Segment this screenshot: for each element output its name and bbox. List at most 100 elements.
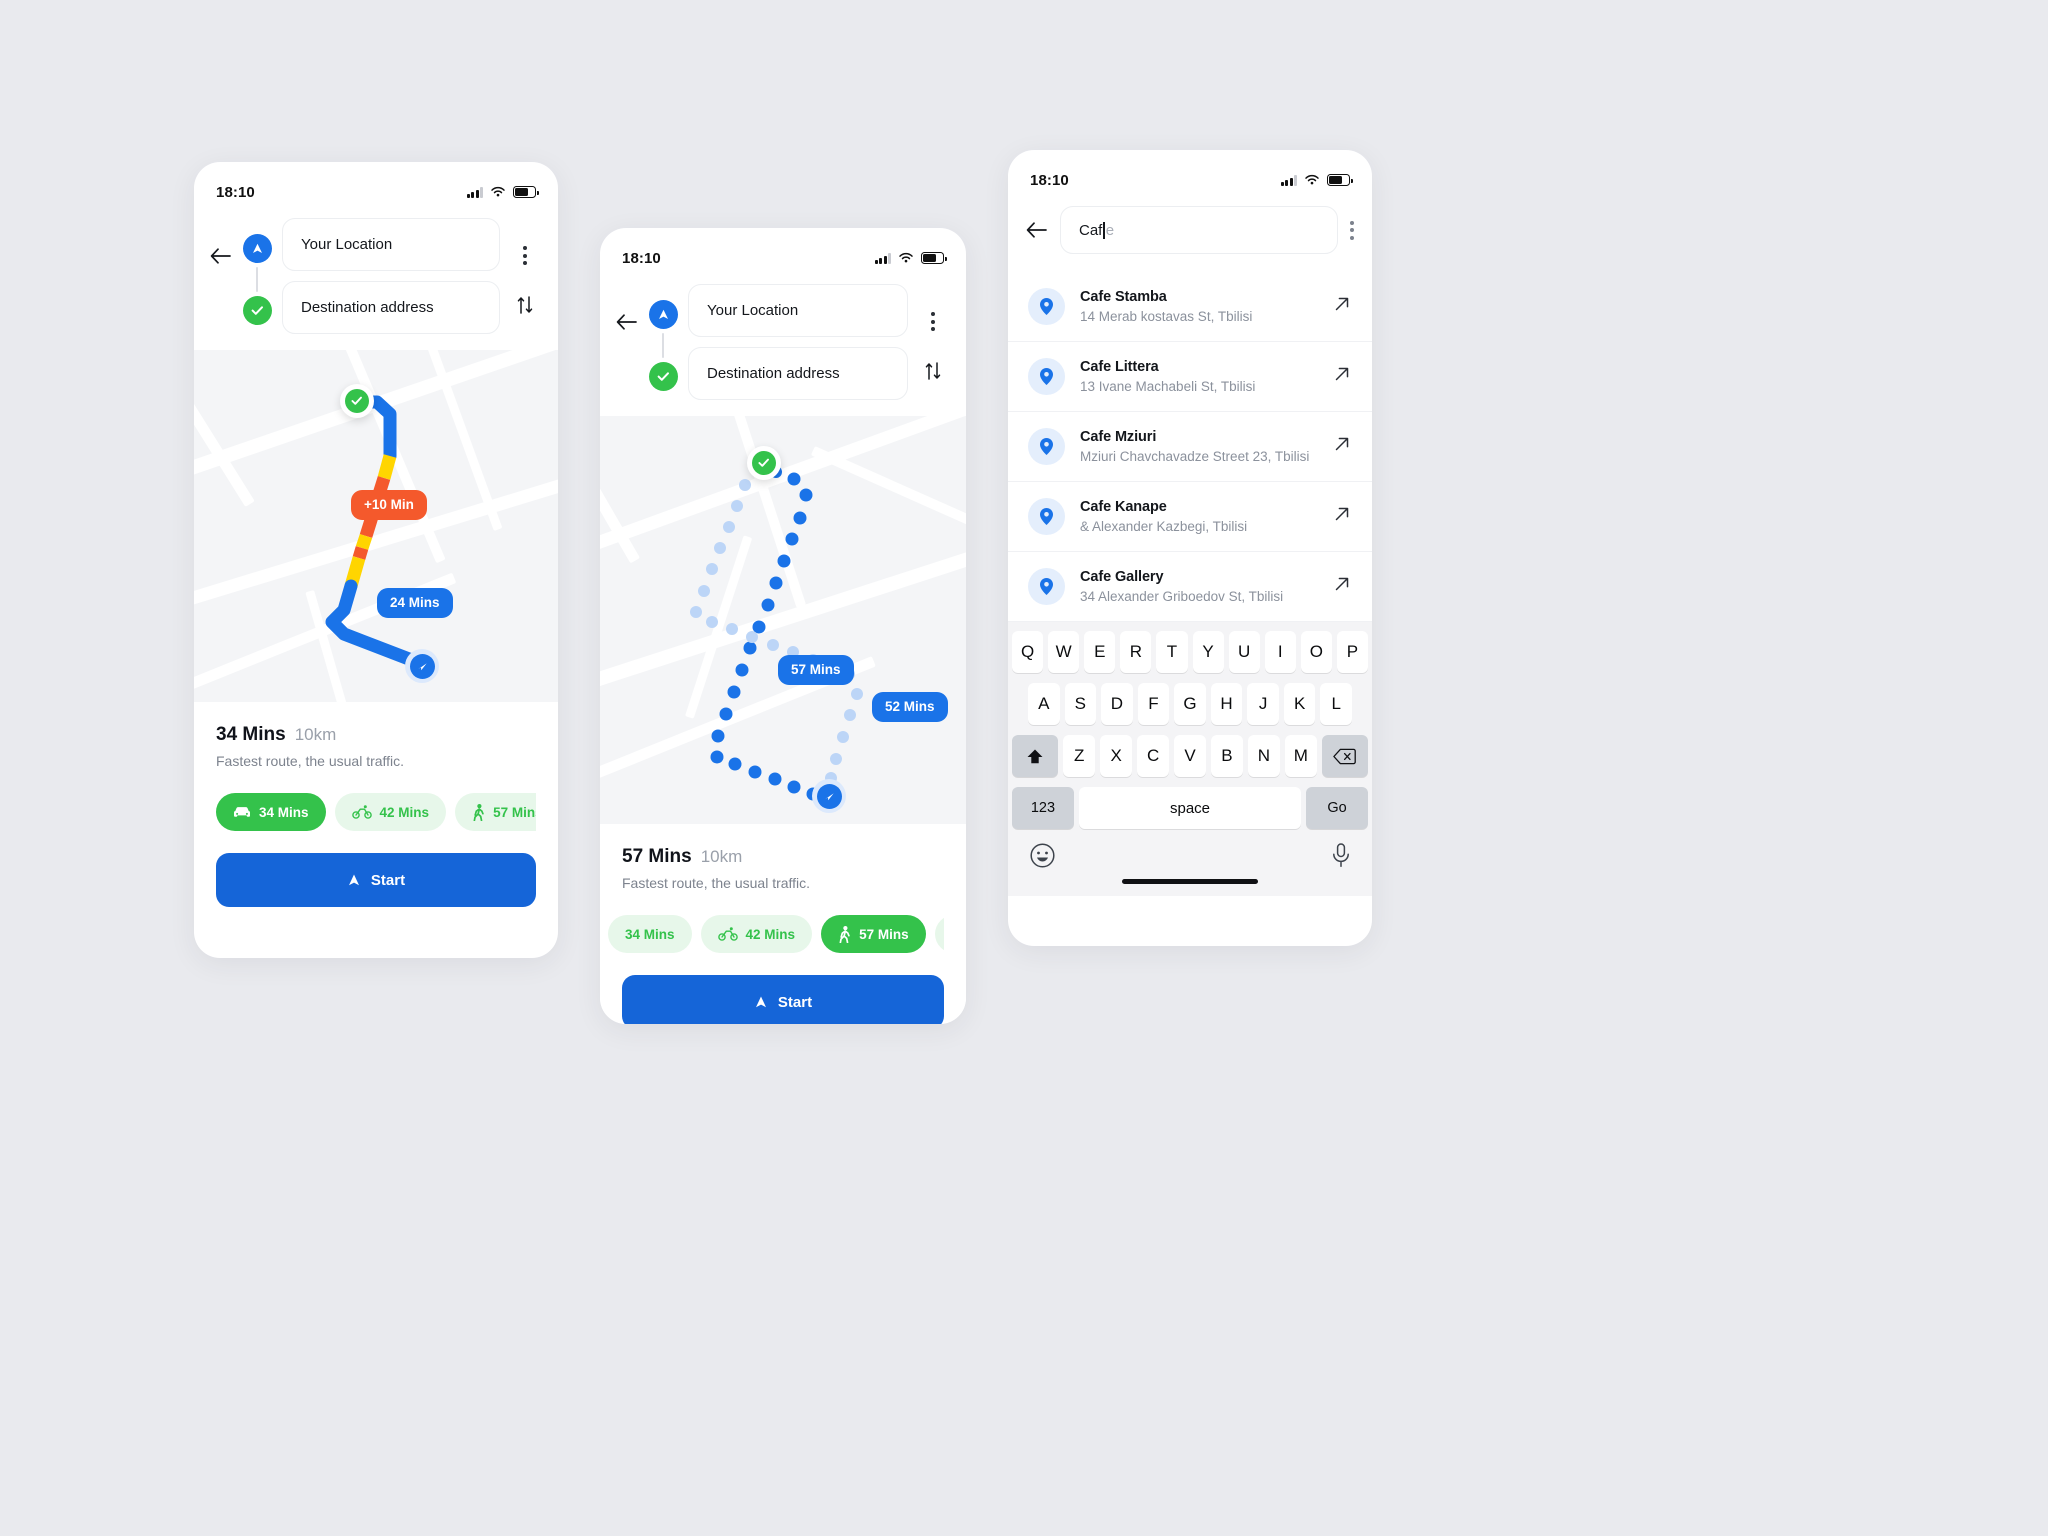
key-t[interactable]: T — [1156, 631, 1188, 673]
search-input[interactable]: Caf e — [1060, 206, 1338, 254]
swap-vertical-icon[interactable] — [925, 361, 941, 385]
mode-chip-car[interactable]: 34 Mins — [608, 915, 692, 953]
key-m[interactable]: M — [1284, 735, 1317, 777]
transport-mode-chips[interactable]: 34 Mins 42 Mins 57 Mins 57 Mins — [216, 793, 536, 831]
key-c[interactable]: C — [1137, 735, 1170, 777]
navigation-marker-icon[interactable] — [405, 649, 439, 683]
route-duration-badge-primary[interactable]: 57 Mins — [778, 655, 854, 685]
list-item[interactable]: Cafe Mziuri Mziuri Chavchavadze Street 2… — [1008, 412, 1372, 482]
map-driving-route[interactable]: +10 Min 24 Mins — [194, 350, 558, 702]
key-h[interactable]: H — [1210, 683, 1243, 725]
route-pins — [242, 218, 272, 325]
microphone-icon[interactable] — [1332, 843, 1350, 873]
navigation-marker-icon[interactable] — [812, 779, 846, 813]
key-o[interactable]: O — [1300, 631, 1332, 673]
key-z[interactable]: Z — [1063, 735, 1096, 777]
start-button[interactable]: Start — [622, 975, 944, 1024]
transport-mode-chips[interactable]: 34 Mins 42 Mins 57 Mins 57 Mins — [608, 915, 944, 953]
keyboard-utility-row — [1012, 839, 1368, 879]
kebab-menu-icon[interactable] — [931, 312, 935, 331]
traffic-delay-badge[interactable]: +10 Min — [351, 490, 427, 520]
swap-vertical-icon[interactable] — [517, 295, 533, 319]
key-l[interactable]: L — [1320, 683, 1353, 725]
status-bar: 18:10 — [600, 228, 966, 274]
origin-input[interactable]: Your Location — [688, 284, 908, 337]
mode-chip-bus[interactable]: 57 Mins — [934, 915, 944, 953]
emoji-smile-icon[interactable] — [1030, 843, 1055, 873]
back-arrow-icon[interactable] — [614, 310, 638, 334]
mode-chip-walk[interactable]: 57 Mins — [455, 793, 536, 831]
arrow-up-right-icon[interactable] — [1334, 296, 1350, 317]
check-marker-icon[interactable] — [340, 384, 374, 418]
key-g[interactable]: G — [1174, 683, 1206, 725]
key-n[interactable]: N — [1247, 735, 1280, 777]
route-polyline-driving — [325, 395, 429, 671]
key-u[interactable]: U — [1228, 631, 1260, 673]
shift-arrow-icon[interactable] — [1012, 735, 1059, 777]
space-key[interactable]: space — [1078, 787, 1302, 829]
origin-input[interactable]: Your Location — [282, 218, 500, 271]
check-circle-icon — [242, 296, 272, 325]
navigation-arrow-icon — [755, 996, 766, 1008]
status-time: 18:10 — [216, 183, 255, 201]
home-indicator — [1122, 879, 1258, 884]
start-button-label: Start — [370, 871, 406, 889]
arrow-up-right-icon[interactable] — [1334, 436, 1350, 457]
status-bar: 18:10 — [1008, 150, 1372, 196]
key-x[interactable]: X — [1100, 735, 1133, 777]
key-q[interactable]: Q — [1012, 631, 1044, 673]
status-icons — [466, 186, 539, 198]
wifi-icon — [1305, 174, 1319, 185]
back-arrow-icon[interactable] — [1024, 218, 1048, 242]
start-button[interactable]: Start — [216, 853, 536, 907]
key-k[interactable]: K — [1283, 683, 1316, 725]
route-duration-badge[interactable]: 24 Mins — [377, 588, 453, 618]
map-walking-route[interactable]: 57 Mins 52 Mins — [600, 416, 966, 824]
key-s[interactable]: S — [1064, 683, 1097, 725]
key-j[interactable]: J — [1247, 683, 1279, 725]
key-i[interactable]: I — [1264, 631, 1296, 673]
key-b[interactable]: B — [1210, 735, 1243, 777]
kebab-menu-icon[interactable] — [1350, 220, 1354, 240]
list-item[interactable]: Cafe Gallery 34 Alexander Griboedov St, … — [1008, 552, 1372, 622]
mode-chip-walk[interactable]: 57 Mins — [821, 915, 926, 953]
list-item[interactable]: Cafe Littera 13 Ivane Machabeli St, Tbil… — [1008, 342, 1372, 412]
key-d[interactable]: D — [1101, 683, 1133, 725]
status-bar: 18:10 — [194, 162, 558, 208]
list-item[interactable]: Cafe Stamba 14 Merab kostavas St, Tbilis… — [1008, 272, 1372, 342]
key-f[interactable]: F — [1137, 683, 1170, 725]
header-actions — [510, 218, 540, 319]
mode-chip-bike[interactable]: 42 Mins — [334, 793, 447, 831]
on-screen-keyboard[interactable]: Q W E R T Y U I O P A S D F G H J K L Z … — [1008, 622, 1372, 896]
destination-input[interactable]: Destination address — [688, 347, 908, 400]
key-v[interactable]: V — [1174, 735, 1206, 777]
arrow-up-right-icon[interactable] — [1334, 506, 1350, 527]
mode-chip-label: 34 Mins — [259, 804, 309, 820]
key-a[interactable]: A — [1027, 683, 1060, 725]
keyboard-row-4: 123 space Go — [1012, 787, 1368, 829]
mode-chip-label: 57 Mins — [859, 926, 909, 942]
key-e[interactable]: E — [1084, 631, 1116, 673]
car-icon — [234, 806, 250, 817]
key-p[interactable]: P — [1336, 631, 1368, 673]
status-time: 18:10 — [622, 249, 661, 267]
numbers-key[interactable]: 123 — [1012, 787, 1074, 829]
check-marker-icon[interactable] — [747, 446, 781, 480]
arrow-up-right-icon[interactable] — [1334, 576, 1350, 597]
mode-chip-bike[interactable]: 42 Mins — [700, 915, 813, 953]
key-y[interactable]: Y — [1192, 631, 1224, 673]
backspace-icon[interactable] — [1321, 735, 1369, 777]
arrow-up-right-icon[interactable] — [1334, 366, 1350, 387]
list-item[interactable]: Cafe Kanape & Alexander Kazbegi, Tbilisi — [1008, 482, 1372, 552]
key-w[interactable]: W — [1048, 631, 1080, 673]
destination-input[interactable]: Destination address — [282, 281, 500, 334]
back-arrow-icon[interactable] — [208, 244, 232, 268]
kebab-menu-icon[interactable] — [523, 246, 527, 265]
battery-icon — [513, 186, 539, 198]
phone-screen-walking-route: 18:10 Your Location Destination address … — [600, 228, 966, 1024]
mode-chip-car[interactable]: 34 Mins — [216, 793, 326, 831]
go-key[interactable]: Go — [1306, 787, 1368, 829]
route-duration-badge-alternate[interactable]: 52 Mins — [872, 692, 948, 722]
route-duration: 57 Mins — [622, 846, 692, 867]
key-r[interactable]: R — [1120, 631, 1152, 673]
